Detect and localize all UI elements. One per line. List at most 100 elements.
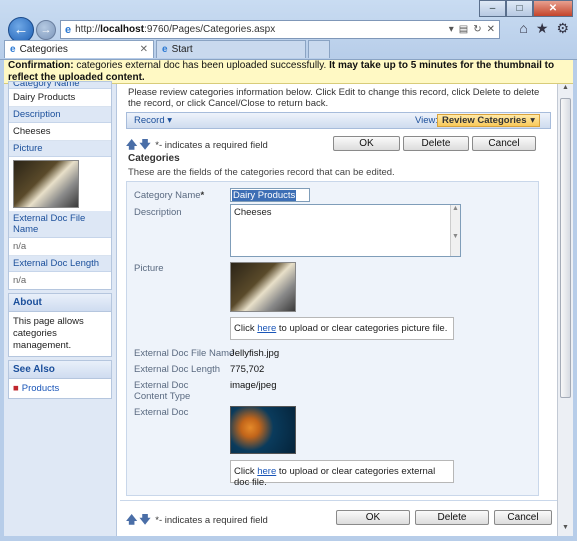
ext-doc-thumbnail[interactable] (230, 406, 296, 454)
minimize-button[interactable]: – (479, 0, 506, 17)
arrow-down-icon: 🡇 (139, 514, 151, 526)
summary-category-name-value: Dairy Products (9, 89, 111, 107)
tab-label: Start (171, 44, 193, 55)
description-label: Description (134, 207, 182, 218)
bullet-icon: ■ (13, 383, 19, 394)
window-frame-right (573, 60, 577, 536)
doc-upload-link[interactable]: here (257, 466, 276, 477)
required-note-text: - indicates a required field (158, 515, 268, 526)
cancel-button-bottom[interactable]: Cancel (494, 510, 552, 525)
ie-page-icon: e (65, 23, 72, 36)
arrow-up-icon: 🡅 (126, 514, 138, 526)
record-menu-label: Record (134, 115, 165, 126)
about-text: This page allows categories management. (13, 316, 84, 351)
ok-button-bottom[interactable]: OK (336, 510, 410, 525)
ok-button-top[interactable]: OK (333, 136, 400, 151)
view-label: View: (415, 115, 439, 126)
ext-doc-label: External Doc (134, 407, 189, 418)
tab-start[interactable]: e Start (156, 40, 306, 58)
bottom-action-bar: 🡅 🡇 * - indicates a required field OK Del… (120, 500, 557, 536)
required-note-bottom: 🡅 🡇 * - indicates a required field (126, 511, 268, 530)
new-tab-button[interactable] (308, 40, 330, 58)
compatibility-icon[interactable]: ▤ (459, 24, 468, 35)
gear-icon[interactable]: ⚙ (556, 20, 569, 37)
ext-doc-upload-box: Click here to upload or clear categories… (230, 460, 454, 488)
ie-tab-icon: e (162, 44, 168, 55)
description-value: Cheeses (234, 207, 272, 218)
chevron-down-icon: ▾ (530, 115, 535, 126)
ie-tab-icon: e (10, 44, 16, 55)
chevron-down-icon: ▾ (167, 115, 173, 126)
tab-strip: e Categories ✕ e Start (4, 40, 330, 58)
page-scrollbar[interactable]: ▲ ▼ (557, 84, 573, 536)
summary-picture-label: Picture (9, 141, 111, 157)
summary-ext-doc-length-label: External Doc Length (9, 256, 111, 272)
record-menu[interactable]: Record ▾ (134, 115, 172, 126)
tab-categories[interactable]: e Categories ✕ (4, 40, 154, 58)
window-controls: – □ ✕ (479, 0, 573, 17)
ext-doc-file-name-label: External Doc File Name (134, 348, 235, 359)
description-textarea[interactable]: Cheeses ▲ ▼ (230, 204, 461, 257)
confirmation-prefix: Confirmation: (8, 60, 74, 71)
favorites-star-icon[interactable]: ★ (536, 20, 549, 37)
summary-picture-thumbnail (13, 160, 79, 208)
delete-button-bottom[interactable]: Delete (415, 510, 489, 525)
ext-doc-content-type-value: image/jpeg (230, 380, 277, 391)
maximize-button[interactable]: □ (506, 0, 533, 17)
summary-description-value: Cheeses (9, 123, 111, 141)
summary-ext-doc-length-value: n/a (13, 275, 27, 286)
categories-form: Category Name* Dairy Products Descriptio… (126, 181, 539, 496)
picture-thumbnail[interactable] (230, 262, 296, 312)
summary-description-label: Description (9, 107, 111, 123)
delete-button-top[interactable]: Delete (403, 136, 469, 151)
stop-icon[interactable]: ✕ (487, 24, 495, 35)
close-tab-icon[interactable]: ✕ (140, 44, 148, 55)
about-panel: About This page allows categories manage… (8, 293, 112, 357)
intro-text: Please review categories information bel… (128, 87, 540, 109)
section-title: Categories (128, 153, 180, 164)
category-name-value: Dairy Products (232, 190, 297, 201)
section-description: These are the fields of the categories r… (128, 167, 395, 178)
ext-doc-length-value: 775,702 (230, 364, 265, 375)
refresh-icon[interactable]: ↻ (473, 24, 481, 35)
picture-upload-post: to upload or clear categories picture fi… (276, 323, 448, 334)
forward-button[interactable]: → (36, 20, 56, 40)
required-note-text: - indicates a required field (158, 140, 268, 151)
url-prefix: http:// (75, 24, 101, 35)
cancel-button-top[interactable]: Cancel (472, 136, 536, 151)
scrollbar-thumb[interactable] (560, 98, 571, 398)
record-toolbar: Record ▾ View: Review Categories ▾ (126, 112, 551, 129)
home-icon[interactable]: ⌂ (519, 20, 527, 37)
confirmation-message: categories external doc has been uploade… (73, 60, 330, 71)
picture-upload-link[interactable]: here (257, 323, 276, 334)
tab-label: Categories (19, 44, 68, 55)
address-bar[interactable]: e http://localhost:9760/Pages/Categories… (60, 20, 500, 39)
category-name-label-text: Category Name (134, 190, 201, 201)
summary-panel: Category Name Dairy Products Description… (8, 81, 112, 290)
category-name-input[interactable]: Dairy Products (230, 188, 310, 202)
see-also-products-link[interactable]: ■ Products (9, 379, 111, 398)
view-selector[interactable]: Review Categories ▾ (437, 114, 540, 127)
summary-ext-doc-file-name-value: n/a (9, 238, 111, 256)
picture-upload-box: Click here to upload or clear categories… (230, 317, 454, 340)
textarea-scrollbar[interactable]: ▲ ▼ (450, 205, 460, 256)
doc-upload-pre: Click (234, 466, 258, 477)
scroll-down-icon[interactable]: ▼ (558, 524, 573, 536)
sidebar: Category Name Dairy Products Description… (4, 81, 117, 536)
ext-doc-length-label: External Doc Length (134, 364, 221, 375)
see-also-title: See Also (9, 361, 111, 379)
ext-doc-content-type-label: External Doc Content Type (134, 380, 191, 402)
url-host: localhost (100, 24, 145, 35)
see-also-panel: See Also ■ Products (8, 360, 112, 399)
scroll-up-icon[interactable]: ▲ (558, 84, 573, 96)
required-asterisk: * (200, 190, 205, 201)
url-rest: :9760/Pages/Categories.aspx (144, 24, 276, 35)
browser-chrome: – □ ✕ ← → e http://localhost:9760/Pages/… (0, 0, 577, 60)
search-dropdown-icon[interactable]: ▾ (449, 24, 454, 35)
picture-label: Picture (134, 263, 164, 274)
see-also-products-label: Products (21, 383, 60, 394)
close-window-button[interactable]: ✕ (533, 0, 573, 17)
address-tools: ▾ ▤ ↻ ✕ (449, 24, 499, 35)
category-name-label: Category Name* (134, 190, 204, 201)
browser-toolbar-icons: ⌂ ★ ⚙ (519, 20, 569, 37)
